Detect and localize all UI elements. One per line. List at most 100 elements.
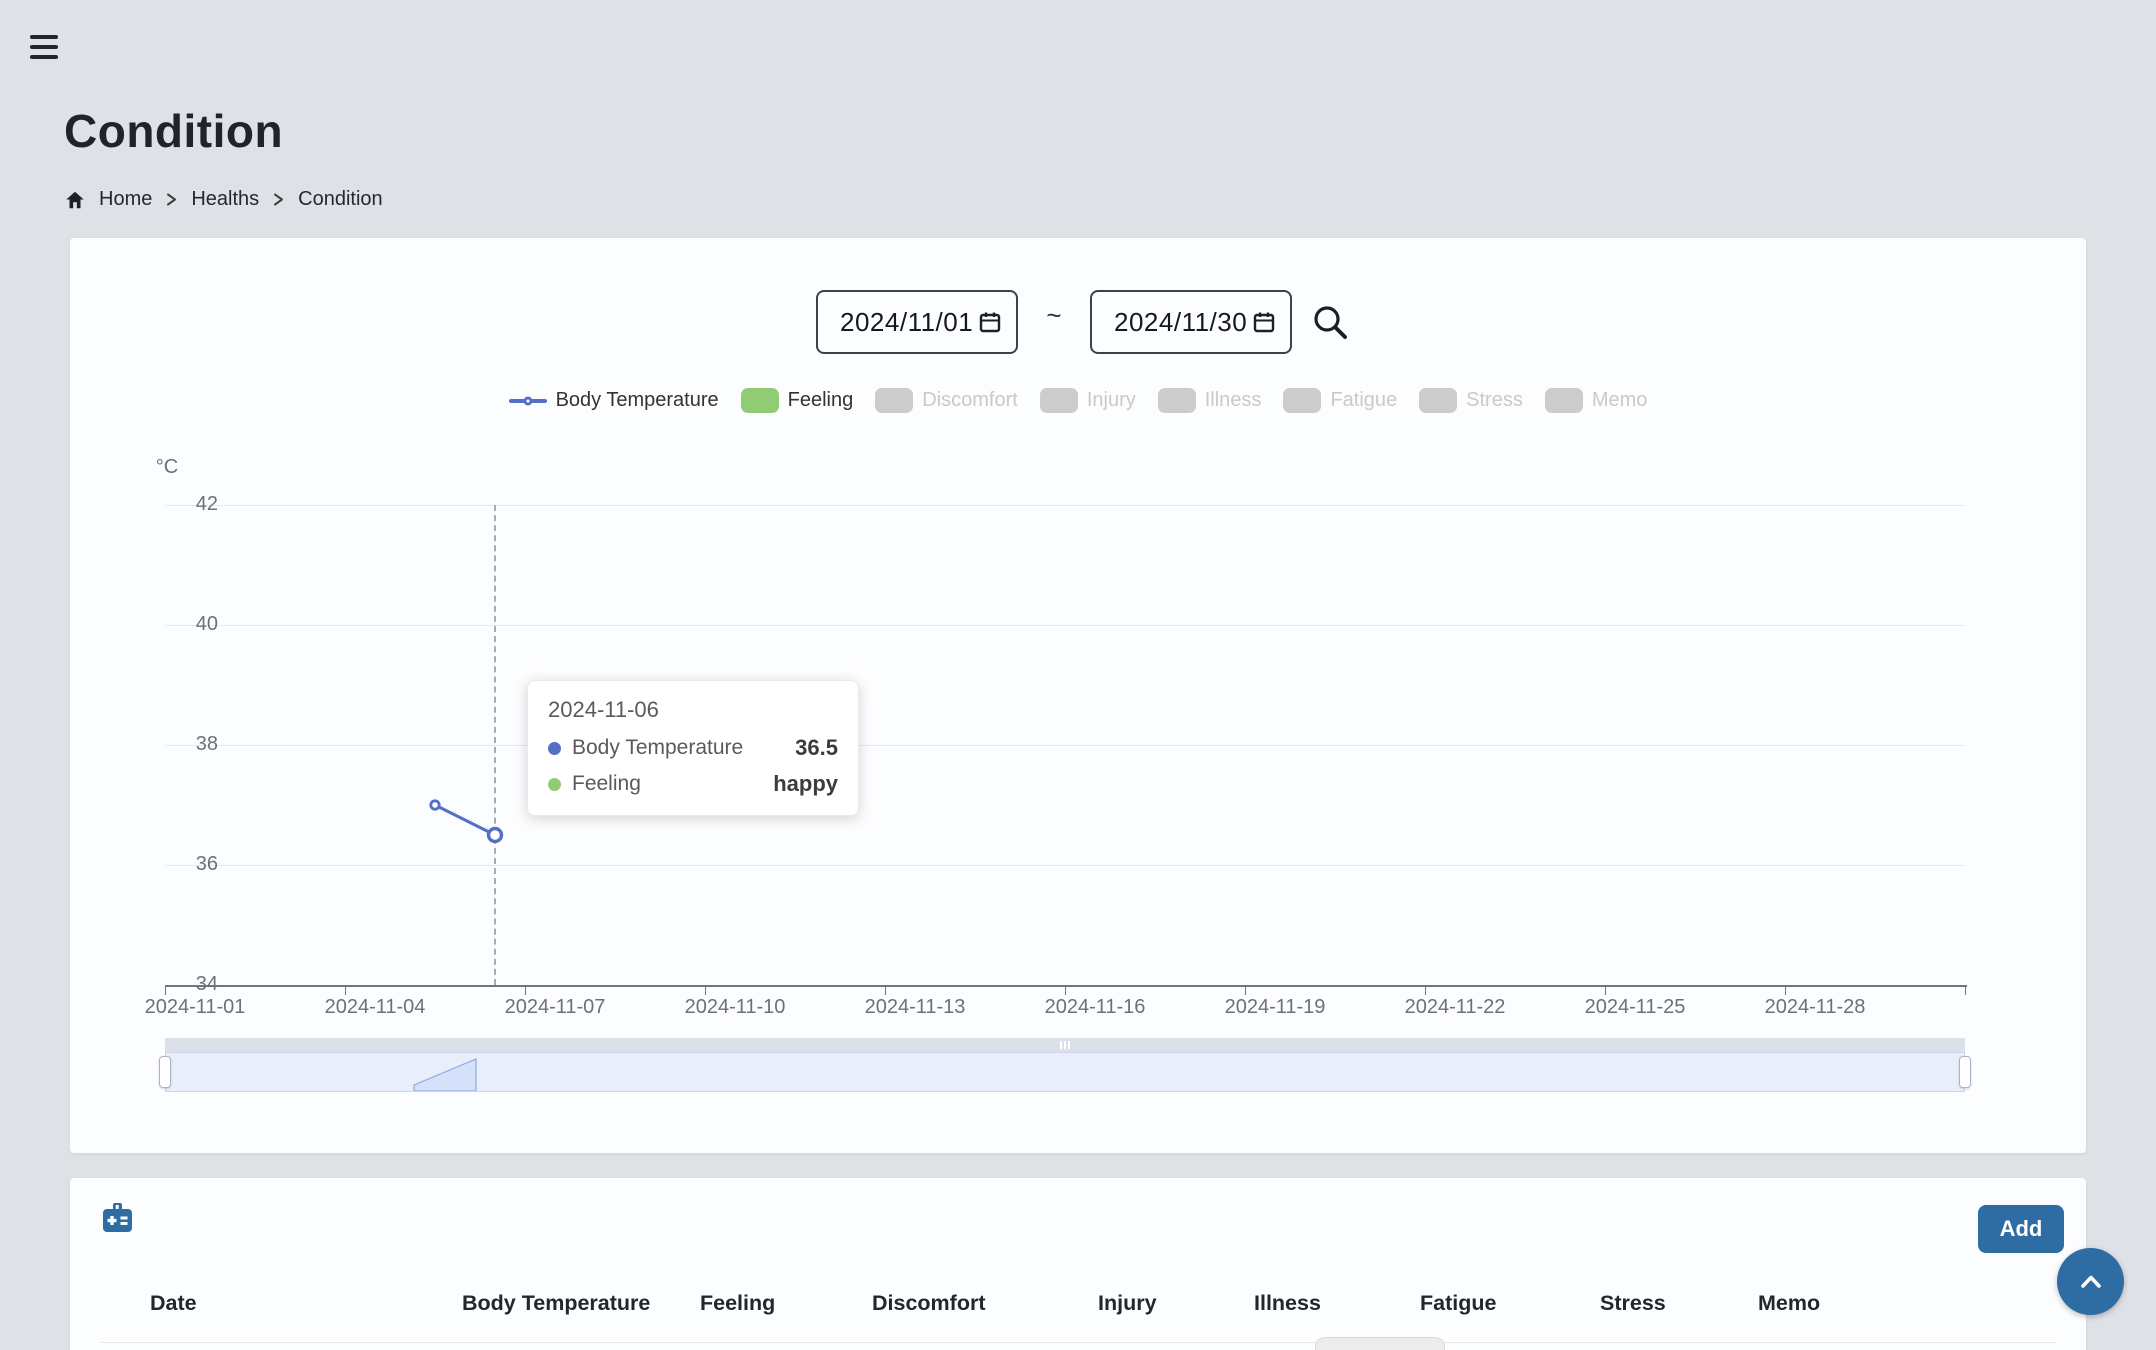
- chevron-right-icon: [272, 192, 285, 207]
- legend-swatch-icon: [1419, 388, 1457, 413]
- x-axis-tick-label: 2024-11-04: [295, 996, 455, 1019]
- x-axis-tick: [1065, 987, 1066, 995]
- date-to-input[interactable]: 2024/11/30: [1090, 290, 1292, 354]
- series-dot-icon: [548, 778, 561, 791]
- records-card: Add Date Body Temperature Feeling Discom…: [70, 1178, 2086, 1350]
- series-dot-icon: [548, 742, 561, 755]
- legend-label: Fatigue: [1330, 389, 1397, 412]
- chart-card: 2024/11/01 ~ 2024/11/30 Body Temperature…: [70, 238, 2086, 1153]
- legend-label: Feeling: [788, 389, 854, 412]
- x-axis-tick-label: 2024-11-16: [1015, 996, 1175, 1019]
- chart-tooltip: 2024-11-06 Body Temperature 36.5 Feeling…: [527, 680, 859, 816]
- legend-label: Illness: [1205, 389, 1262, 412]
- add-record-icon: [98, 1200, 136, 1243]
- x-axis-tick-label: 2024-11-25: [1555, 996, 1715, 1019]
- legend-label: Body Temperature: [556, 389, 719, 412]
- chevron-right-icon: [165, 192, 178, 207]
- column-header-fatigue: Fatigue: [1420, 1291, 1496, 1321]
- column-header-discomfort: Discomfort: [872, 1291, 985, 1321]
- legend-swatch-icon: [875, 388, 913, 413]
- date-range-separator: ~: [1034, 300, 1074, 331]
- legend-swatch-icon: [1040, 388, 1078, 413]
- x-axis-tick-label: 2024-11-01: [115, 996, 275, 1019]
- body-temperature-series[interactable]: [165, 505, 1965, 987]
- datazoom-shadow-shape: [414, 1059, 476, 1091]
- home-icon: [64, 189, 86, 211]
- breadcrumb-condition: Condition: [298, 188, 383, 211]
- menu-button[interactable]: [28, 32, 62, 64]
- breadcrumb-healths[interactable]: Healths: [191, 188, 259, 211]
- breadcrumb-home[interactable]: Home: [99, 188, 152, 211]
- chart-legend: Body Temperature Feeling Discomfort Injury I…: [70, 388, 2086, 413]
- legend-item-stress[interactable]: Stress: [1419, 388, 1523, 413]
- x-axis-tick: [1785, 987, 1786, 995]
- grip-icon: [1060, 1041, 1070, 1049]
- x-axis-tick-label: 2024-11-19: [1195, 996, 1355, 1019]
- column-header-memo: Memo: [1758, 1291, 1820, 1321]
- x-axis-tick: [885, 987, 886, 995]
- x-axis-tick: [1605, 987, 1606, 995]
- calendar-icon[interactable]: [978, 310, 1002, 334]
- column-header-body-temperature: Body Temperature: [462, 1291, 650, 1321]
- y-axis-unit: °C: [142, 456, 192, 479]
- legend-item-memo[interactable]: Memo: [1545, 388, 1648, 413]
- breadcrumb: Home Healths Condition: [64, 188, 383, 211]
- x-axis-tick: [1965, 987, 1966, 995]
- column-header-stress: Stress: [1600, 1291, 1666, 1321]
- x-axis-tick: [705, 987, 706, 995]
- legend-swatch-icon: [741, 388, 779, 413]
- search-button[interactable]: [1308, 300, 1352, 344]
- legend-swatch-icon: [1283, 388, 1321, 413]
- legend-label: Stress: [1466, 389, 1523, 412]
- legend-swatch-icon: [509, 399, 547, 403]
- calendar-icon[interactable]: [1252, 310, 1276, 334]
- x-axis-tick: [1245, 987, 1246, 995]
- legend-item-discomfort[interactable]: Discomfort: [875, 388, 1018, 413]
- legend-item-injury[interactable]: Injury: [1040, 388, 1136, 413]
- add-button[interactable]: Add: [1978, 1205, 2064, 1253]
- date-to-value: 2024/11/30: [1114, 307, 1252, 338]
- tooltip-row: Feeling happy: [548, 771, 838, 797]
- hamburger-icon: [30, 35, 58, 39]
- datazoom-move-handle[interactable]: [165, 1038, 1965, 1052]
- search-icon: [1309, 301, 1351, 343]
- column-header-illness: Illness: [1254, 1291, 1321, 1321]
- x-axis-tick-label: 2024-11-10: [655, 996, 815, 1019]
- tooltip-date: 2024-11-06: [548, 697, 838, 723]
- x-axis-tick: [525, 987, 526, 995]
- series-line: [435, 805, 495, 835]
- x-axis-tick: [345, 987, 346, 995]
- legend-label: Discomfort: [922, 389, 1018, 412]
- datazoom-right-handle[interactable]: [1959, 1056, 1971, 1088]
- tooltip-row: Body Temperature 36.5: [548, 735, 838, 761]
- column-header-injury: Injury: [1098, 1291, 1157, 1321]
- legend-item-fatigue[interactable]: Fatigue: [1283, 388, 1397, 413]
- table-row-control[interactable]: [1315, 1337, 1445, 1350]
- datazoom-data-shadow: [166, 1053, 1964, 1091]
- x-axis-tick-label: 2024-11-28: [1735, 996, 1895, 1019]
- data-point-2024-11-05[interactable]: [431, 801, 439, 809]
- chevron-up-icon: [2074, 1265, 2108, 1299]
- legend-item-illness[interactable]: Illness: [1158, 388, 1262, 413]
- x-axis-tick-label: 2024-11-22: [1375, 996, 1535, 1019]
- page-title: Condition: [64, 104, 283, 158]
- legend-label: Injury: [1087, 389, 1136, 412]
- page: Condition Home Healths Condition 2024/11…: [0, 0, 2156, 1350]
- x-axis-tick-label: 2024-11-07: [475, 996, 635, 1019]
- x-axis-tick: [165, 987, 166, 995]
- column-header-feeling: Feeling: [700, 1291, 775, 1321]
- legend-label: Memo: [1592, 389, 1648, 412]
- legend-swatch-icon: [1158, 388, 1196, 413]
- datazoom-left-handle[interactable]: [159, 1056, 171, 1088]
- legend-item-feeling[interactable]: Feeling: [741, 388, 854, 413]
- scroll-to-top-button[interactable]: [2057, 1248, 2124, 1315]
- table-row-divider: [100, 1342, 2056, 1343]
- legend-item-body-temperature[interactable]: Body Temperature: [509, 389, 719, 412]
- date-from-value: 2024/11/01: [840, 307, 978, 338]
- date-from-input[interactable]: 2024/11/01: [816, 290, 1018, 354]
- legend-swatch-icon: [1545, 388, 1583, 413]
- x-axis-tick-label: 2024-11-13: [835, 996, 995, 1019]
- datazoom-slider[interactable]: [165, 1052, 1965, 1092]
- data-point-2024-11-06[interactable]: [489, 829, 502, 842]
- x-axis-tick: [1425, 987, 1426, 995]
